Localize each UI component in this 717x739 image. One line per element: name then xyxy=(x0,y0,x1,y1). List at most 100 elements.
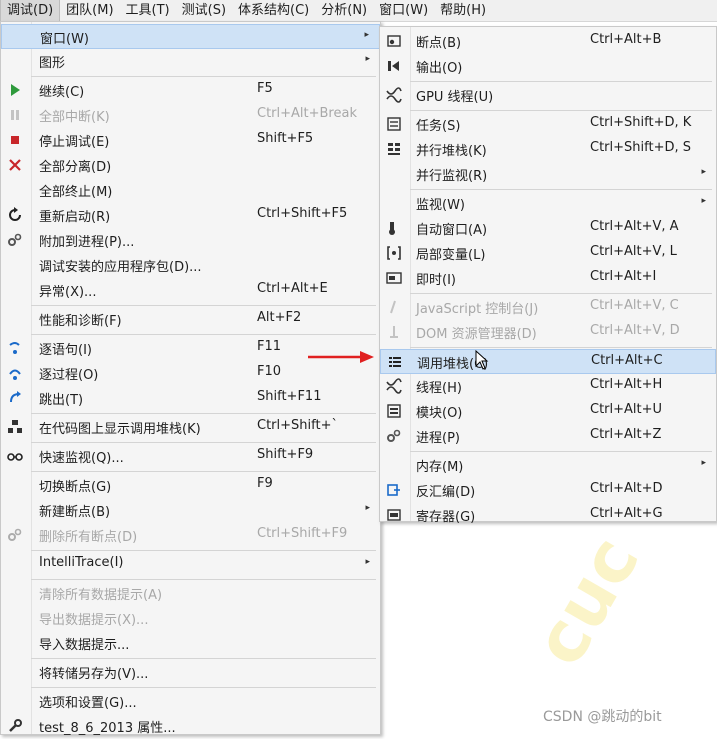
menu-item-label: 逐过程(O) xyxy=(39,368,99,383)
dom-explorer-icon xyxy=(386,324,402,340)
menu-item[interactable]: 反汇编(D) Ctrl+Alt+D xyxy=(380,478,716,503)
menu-item[interactable]: 窗口(W) ▸ xyxy=(1,24,380,49)
menubar-item-0[interactable]: 调试(D) xyxy=(0,0,61,21)
menu-item-label: 重新启动(R) xyxy=(39,210,111,225)
menu-item-label: 导出数据提示(X)... xyxy=(39,613,149,628)
blank-icon-slot xyxy=(7,664,23,680)
blank-icon-slot xyxy=(7,693,23,709)
menu-item[interactable]: 局部变量(L) Ctrl+Alt+V, L xyxy=(380,241,716,266)
menu-item[interactable]: 在代码图上显示调用堆栈(K) Ctrl+Shift+` xyxy=(1,415,380,440)
menu-item[interactable]: 模块(O) Ctrl+Alt+U xyxy=(380,399,716,424)
menu-item[interactable]: 即时(I) Ctrl+Alt+I xyxy=(380,266,716,291)
call-stack-icon xyxy=(387,354,403,370)
menu-item-shortcut: Ctrl+Alt+C xyxy=(591,353,663,368)
menu-item[interactable]: 输出(O) xyxy=(380,54,716,79)
menu-item-label: 跳出(T) xyxy=(39,393,84,408)
menu-item-label: 快速监视(Q)... xyxy=(39,451,124,466)
menu-item[interactable]: 跳出(T) Shift+F11 xyxy=(1,386,380,411)
red-annotation-arrow xyxy=(308,351,374,363)
menu-item[interactable]: 自动窗口(A) Ctrl+Alt+V, A xyxy=(380,216,716,241)
menu-separator xyxy=(31,471,376,472)
menu-item-shortcut: Ctrl+Alt+Break xyxy=(257,106,357,121)
menu-item[interactable]: 停止调试(E) Shift+F5 xyxy=(1,128,380,153)
menu-item[interactable]: 性能和诊断(F) Alt+F2 xyxy=(1,307,380,332)
output-icon xyxy=(386,58,402,74)
menu-item[interactable]: 图形 ▸ xyxy=(1,49,380,74)
menu-item-shortcut: Alt+F2 xyxy=(257,310,302,325)
menu-item[interactable]: 继续(C) F5 xyxy=(1,78,380,103)
menu-item[interactable]: 调试安装的应用程序包(D)... xyxy=(1,253,380,278)
menubar-item-5[interactable]: 分析(N) xyxy=(315,0,373,21)
menu-item-label: 监视(W) xyxy=(416,198,465,213)
menu-item[interactable]: 监视(W) ▸ xyxy=(380,191,716,216)
menu-item[interactable]: test_8_6_2013 属性... xyxy=(1,714,380,739)
menu-item[interactable]: 进程(P) Ctrl+Alt+Z xyxy=(380,424,716,449)
menubar-item-2[interactable]: 工具(T) xyxy=(120,0,176,21)
menu-item[interactable]: 线程(H) Ctrl+Alt+H xyxy=(380,374,716,399)
menu-item[interactable]: IntelliTrace(I) ▸ xyxy=(1,552,380,577)
pause-icon xyxy=(7,107,23,123)
menu-item[interactable]: 任务(S) Ctrl+Shift+D, K xyxy=(380,112,716,137)
menubar-item-1[interactable]: 团队(M) xyxy=(60,0,119,21)
menu-item-label: 模块(O) xyxy=(416,406,463,421)
menu-item-shortcut: Ctrl+Shift+D, S xyxy=(590,140,691,155)
menu-item[interactable]: 并行堆栈(K) Ctrl+Shift+D, S xyxy=(380,137,716,162)
menu-item: 清除所有数据提示(A) xyxy=(1,581,380,606)
menu-item[interactable]: 断点(B) Ctrl+Alt+B xyxy=(380,29,716,54)
menu-item[interactable]: 寄存器(G) Ctrl+Alt+G xyxy=(380,503,716,528)
menu-item-label: IntelliTrace(I) xyxy=(39,555,124,570)
mouse-cursor-icon xyxy=(475,350,489,370)
menu-item-shortcut: Ctrl+Alt+G xyxy=(590,506,663,521)
menu-item[interactable]: GPU 线程(U) xyxy=(380,83,716,108)
menu-item-label: GPU 线程(U) xyxy=(416,90,494,105)
submenu-arrow-icon: ▸ xyxy=(701,196,706,206)
menu-item: 删除所有断点(D) Ctrl+Shift+F9 xyxy=(1,523,380,548)
menubar-item-4[interactable]: 体系结构(C) xyxy=(232,0,315,21)
menu-separator xyxy=(31,658,376,659)
menu-item[interactable]: 逐过程(O) F10 xyxy=(1,361,380,386)
menu-item-label: JavaScript 控制台(J) xyxy=(416,302,539,317)
submenu-arrow-icon: ▸ xyxy=(365,557,370,567)
menu-item[interactable]: 附加到进程(P)... xyxy=(1,228,380,253)
menu-item[interactable]: 选项和设置(G)... xyxy=(1,689,380,714)
restart-icon xyxy=(7,207,23,223)
menu-item-shortcut: F5 xyxy=(257,81,273,96)
menu-item[interactable]: 全部分离(D) xyxy=(1,153,380,178)
menu-item-label: 全部终止(M) xyxy=(39,185,113,200)
menu-item[interactable]: 并行监视(R) ▸ xyxy=(380,162,716,187)
stop-icon xyxy=(7,132,23,148)
locals-icon xyxy=(386,245,402,261)
menu-separator xyxy=(410,347,712,348)
menubar-item-6[interactable]: 窗口(W) xyxy=(373,0,434,21)
menu-item[interactable]: 新建断点(B) ▸ xyxy=(1,498,380,523)
menu-item[interactable]: 全部终止(M) xyxy=(1,178,380,203)
menu-item[interactable]: 内存(M) ▸ xyxy=(380,453,716,478)
menu-item-label: DOM 资源管理器(D) xyxy=(416,327,537,342)
menu-item-shortcut: F9 xyxy=(257,476,273,491)
background-decoration: cuc xyxy=(517,522,656,680)
menu-item-label: 寄存器(G) xyxy=(416,510,476,525)
menu-item[interactable]: 快速监视(Q)... Shift+F9 xyxy=(1,444,380,469)
menubar-item-7[interactable]: 帮助(H) xyxy=(434,0,492,21)
disassembly-icon xyxy=(386,482,402,498)
menu-item[interactable]: 切换断点(G) F9 xyxy=(1,473,380,498)
menu-item[interactable]: 将转储另存为(V)... xyxy=(1,660,380,685)
menu-item[interactable]: 调用堆栈(C) Ctrl+Alt+C xyxy=(380,349,716,374)
menu-item-label: 附加到进程(P)... xyxy=(39,235,135,250)
menu-item[interactable]: 导入数据提示... xyxy=(1,631,380,656)
menu-item-shortcut: Ctrl+Alt+V, D xyxy=(590,323,680,338)
menu-item-shortcut: Shift+F5 xyxy=(257,131,314,146)
menu-item-shortcut: Ctrl+Shift+F9 xyxy=(257,526,348,541)
menu-item-shortcut: Ctrl+Alt+B xyxy=(590,32,662,47)
menubar-item-3[interactable]: 测试(S) xyxy=(176,0,232,21)
menu-item-label: 导入数据提示... xyxy=(39,638,130,653)
threads-icon xyxy=(386,378,402,394)
menu-item[interactable]: 异常(X)... Ctrl+Alt+E xyxy=(1,278,380,303)
modules-icon xyxy=(386,403,402,419)
menu-item-shortcut: Ctrl+Alt+U xyxy=(590,402,663,417)
menu-item-label: test_8_6_2013 属性... xyxy=(39,721,176,736)
gears-icon xyxy=(7,232,23,248)
menu-item-label: 窗口(W) xyxy=(40,32,89,47)
menu-item-label: 任务(S) xyxy=(416,119,461,134)
menu-item[interactable]: 重新启动(R) Ctrl+Shift+F5 xyxy=(1,203,380,228)
